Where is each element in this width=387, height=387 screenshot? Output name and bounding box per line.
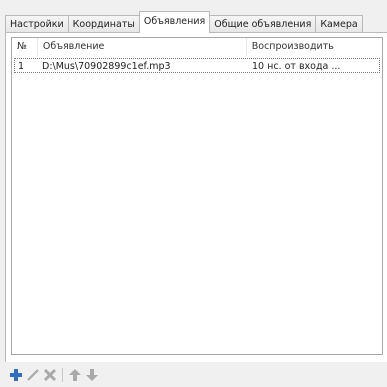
row-announcement: D:\Mus\70902899c1ef.mp3 xyxy=(42,61,171,72)
move-up-button[interactable] xyxy=(67,368,82,383)
tab-panel: № Объявление Воспроизводить 1 D:\Mus\709… xyxy=(5,32,387,362)
list-rows: 1 D:\Mus\70902899c1ef.mp3 10 нс. от вход… xyxy=(12,58,382,73)
arrow-up-icon xyxy=(68,369,81,381)
row-play: 10 нс. от входа ... xyxy=(252,61,341,72)
pencil-icon xyxy=(26,369,39,381)
announcements-list[interactable]: № Объявление Воспроизводить 1 D:\Mus\709… xyxy=(11,37,383,355)
tab-strip: Настройки Координаты Объявления Общие об… xyxy=(5,11,363,33)
plus-icon xyxy=(9,369,22,381)
tab-coordinates[interactable]: Координаты xyxy=(67,15,140,33)
add-button[interactable] xyxy=(8,368,23,383)
tab-camera[interactable]: Камера xyxy=(315,15,363,33)
row-number: 1 xyxy=(18,61,25,72)
column-header-number[interactable]: № xyxy=(12,38,38,56)
edit-button[interactable] xyxy=(25,368,40,383)
tab-settings[interactable]: Настройки xyxy=(5,15,69,33)
tab-announcements[interactable]: Объявления xyxy=(138,11,211,33)
tab-common-announcements[interactable]: Общие объявления xyxy=(209,15,317,33)
list-header: № Объявление Воспроизводить xyxy=(12,38,382,56)
move-down-button[interactable] xyxy=(84,368,99,383)
window: Настройки Координаты Объявления Общие об… xyxy=(0,0,387,387)
column-header-announcement[interactable]: Объявление xyxy=(38,38,247,56)
list-toolbar xyxy=(8,367,101,383)
arrow-down-icon xyxy=(85,369,98,381)
toolbar-separator xyxy=(62,368,63,382)
x-delete-icon xyxy=(43,368,56,382)
list-item[interactable]: 1 D:\Mus\70902899c1ef.mp3 10 нс. от вход… xyxy=(14,58,380,73)
delete-button[interactable] xyxy=(42,368,57,383)
column-header-play[interactable]: Воспроизводить xyxy=(247,38,382,56)
